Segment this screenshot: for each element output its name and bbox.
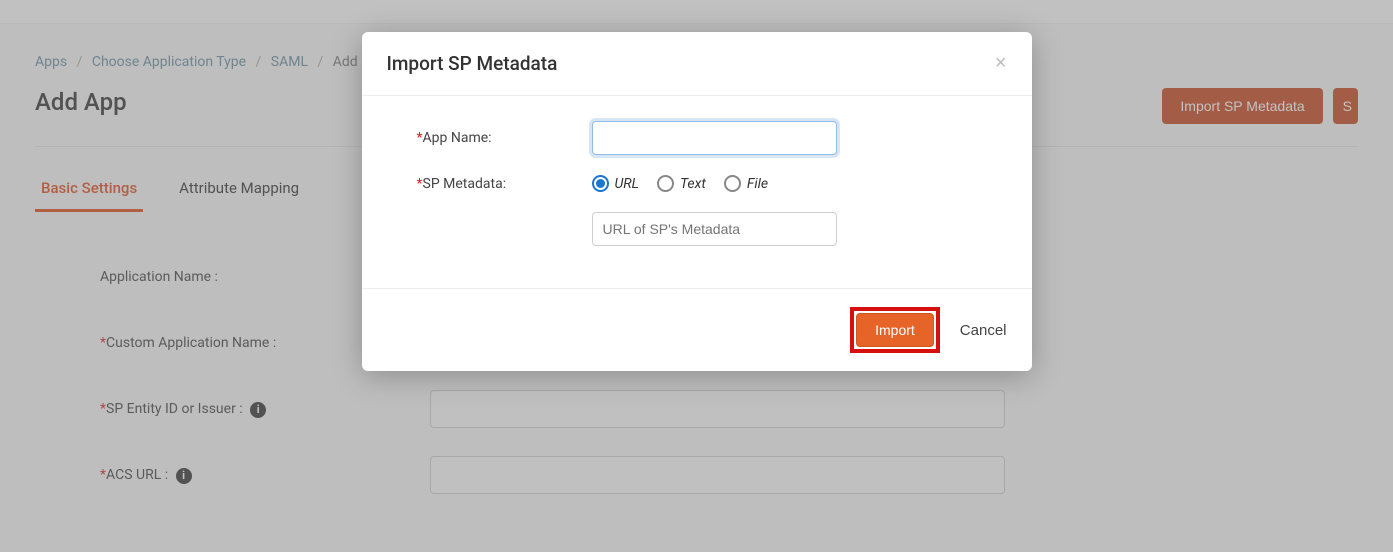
modal-title: Import SP Metadata <box>387 52 558 75</box>
modal-url-input[interactable] <box>592 212 837 246</box>
close-icon[interactable]: × <box>995 52 1007 75</box>
import-highlight: Import <box>850 307 940 353</box>
radio-file[interactable]: File <box>724 175 768 192</box>
radio-url[interactable]: URL <box>592 175 640 192</box>
import-sp-metadata-modal: Import SP Metadata × *App Name: *SP Meta… <box>362 32 1032 371</box>
modal-sp-metadata-label: *SP Metadata: <box>417 176 592 192</box>
modal-app-name-label: *App Name: <box>417 130 592 146</box>
import-button[interactable]: Import <box>856 313 934 347</box>
radio-text[interactable]: Text <box>657 175 706 192</box>
cancel-button[interactable]: Cancel <box>960 322 1007 339</box>
modal-app-name-input[interactable] <box>592 121 837 155</box>
